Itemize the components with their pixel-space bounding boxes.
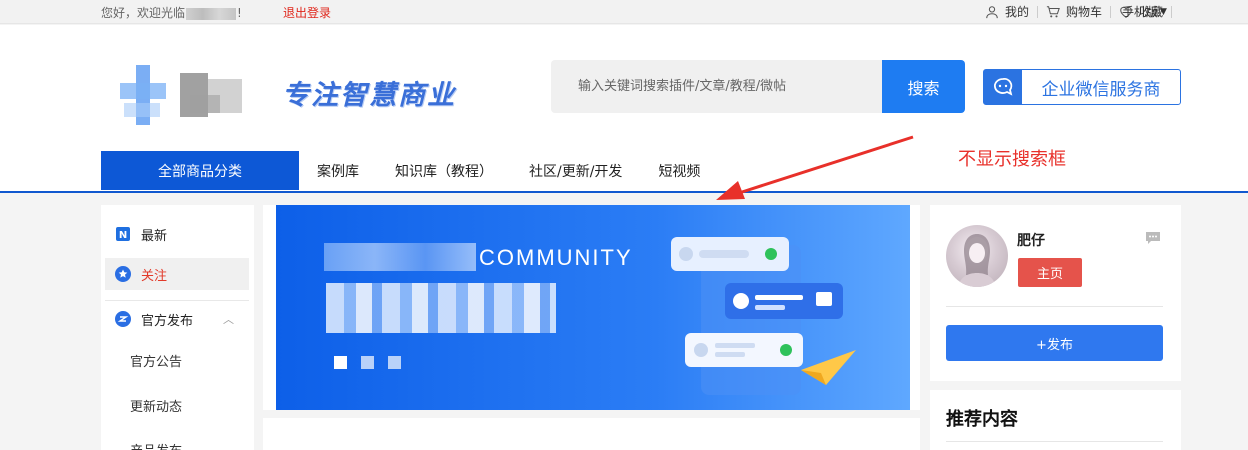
cart-icon <box>1046 5 1060 17</box>
message-icon[interactable] <box>1145 230 1161 249</box>
sidebar-sub-announcements[interactable]: 官方公告 <box>130 351 182 370</box>
carousel-dot[interactable] <box>334 356 347 369</box>
nav-link-cases[interactable]: 案例库 <box>299 161 377 181</box>
profile-card: 肥仔 主页 +发布 <box>930 205 1181 381</box>
divider <box>946 306 1163 307</box>
slogan: 专注智慧商业 <box>282 80 456 111</box>
sidebar-item-official[interactable]: 官方发布 ︿ <box>105 303 249 335</box>
chat-bubble-icon <box>984 70 1022 104</box>
recommend-title: 推荐内容 <box>946 409 1018 430</box>
sidebar-sub-releases[interactable]: 产品发布 <box>130 440 182 450</box>
home-button[interactable]: 主页 <box>1018 258 1082 287</box>
avatar[interactable] <box>946 225 1008 287</box>
logout-link[interactable]: 退出登录 <box>283 4 331 21</box>
search-box[interactable] <box>551 60 883 113</box>
divider <box>105 300 249 301</box>
caret-down-icon: ▼ <box>1160 6 1167 17</box>
cart-link[interactable]: 购物车 <box>1038 3 1110 20</box>
wecom-service-button[interactable]: 企业微信服务商 <box>983 69 1181 105</box>
sidebar-item-following[interactable]: 关注 <box>105 258 249 290</box>
carousel-dots <box>334 356 401 369</box>
all-categories-button[interactable]: 全部商品分类 <box>101 151 299 190</box>
greeting: 您好，欢迎光临! <box>101 6 242 20</box>
sidebar-sub-updates[interactable]: 更新动态 <box>130 396 182 415</box>
carousel-dot[interactable] <box>388 356 401 369</box>
mine-link[interactable]: 我的 <box>977 3 1037 20</box>
banner-heading: COMMUNITY <box>479 245 633 270</box>
blurred-username <box>186 7 237 20</box>
blurred-logo[interactable] <box>120 65 245 125</box>
recommend-card: 推荐内容 <box>930 390 1181 450</box>
feed-card <box>263 418 920 450</box>
nav-link-community[interactable]: 社区/更新/开发 <box>511 161 640 181</box>
username: 肥仔 <box>1017 233 1045 249</box>
user-icon <box>986 5 998 18</box>
nav-link-videos[interactable]: 短视频 <box>640 161 718 181</box>
n-badge-icon: N <box>115 226 131 242</box>
carousel-dot[interactable] <box>361 356 374 369</box>
main-nav: 全部商品分类 案例库 知识库（教程） 社区/更新/开发 短视频 <box>101 151 718 190</box>
star-circle-icon <box>115 266 131 282</box>
left-sidebar: N 最新 关注 官方发布 ︿ 官方公告 更新动态 产品发布 <box>101 205 254 450</box>
sidebar-item-latest[interactable]: N 最新 <box>105 218 249 250</box>
official-icon <box>115 311 131 327</box>
chat-illustration <box>671 237 856 395</box>
divider <box>946 441 1163 442</box>
search-input[interactable] <box>551 60 883 113</box>
svg-text:N: N <box>119 230 127 241</box>
chevron-up-icon[interactable]: ︿ <box>223 311 234 327</box>
divider <box>1171 5 1172 18</box>
top-bar: 您好，欢迎光临! 退出登录 我的 购物车 收藏 手机版 ▼ <box>0 0 1248 24</box>
publish-button[interactable]: +发布 <box>946 325 1163 361</box>
nav-link-knowledge[interactable]: 知识库（教程） <box>377 161 511 181</box>
nav-underline <box>0 191 1248 193</box>
annotation-label: 不显示搜索框 <box>958 149 1066 170</box>
community-banner[interactable]: COMMUNITY <box>276 205 910 410</box>
search-button[interactable]: 搜索 <box>882 60 965 113</box>
mobile-version-link[interactable]: 手机版 ▼ <box>1122 3 1167 20</box>
